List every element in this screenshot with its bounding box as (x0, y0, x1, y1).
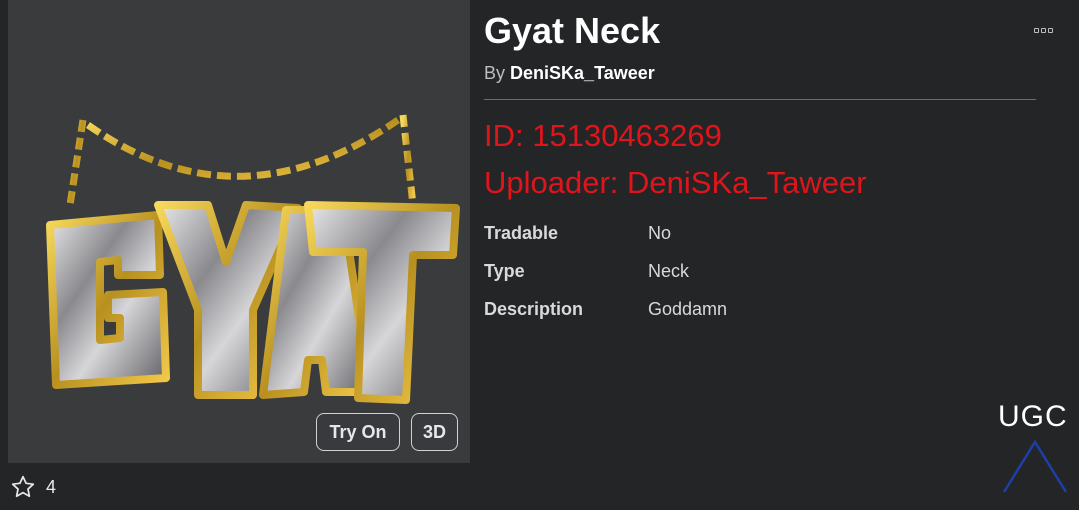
more-options-icon[interactable] (1034, 28, 1054, 34)
detail-label: Description (484, 299, 584, 319)
detail-value[interactable]: Neck (648, 261, 689, 282)
byline-prefix: By (484, 63, 506, 83)
view-3d-label: 3D (422, 421, 446, 442)
creator-link[interactable]: DeniSKa_Taweer (510, 63, 655, 83)
ugc-watermark: UGC (998, 400, 1072, 495)
detail-value: No (648, 223, 672, 243)
detail-row-description: Description Goddamn (484, 299, 727, 320)
detail-row-tradable: Tradable No (484, 223, 671, 244)
gyat-chain-image (46, 114, 460, 404)
overlay-id-text: ID: 15130463269 (484, 118, 722, 153)
ugc-chevron-icon (1002, 439, 1068, 493)
overlay-uploader-text: Uploader: DeniSKa_Taweer (484, 165, 867, 200)
view-3d-button[interactable]: 3D (411, 413, 458, 451)
star-icon[interactable] (10, 474, 36, 500)
detail-label: Tradable (484, 223, 559, 243)
item-title: Gyat Neck (484, 10, 661, 51)
detail-value: Goddamn (648, 299, 728, 319)
detail-label: Type (484, 261, 525, 281)
try-on-button[interactable]: Try On (316, 413, 400, 451)
item-byline: By DeniSKa_Taweer (484, 63, 655, 84)
item-thumbnail: Try On 3D (8, 0, 470, 463)
favorite-count: 4 (46, 476, 57, 497)
try-on-label: Try On (329, 421, 387, 442)
header-divider (484, 99, 1036, 100)
favorite-control[interactable]: 4 (10, 474, 56, 500)
detail-row-type: Type Neck (484, 261, 689, 282)
